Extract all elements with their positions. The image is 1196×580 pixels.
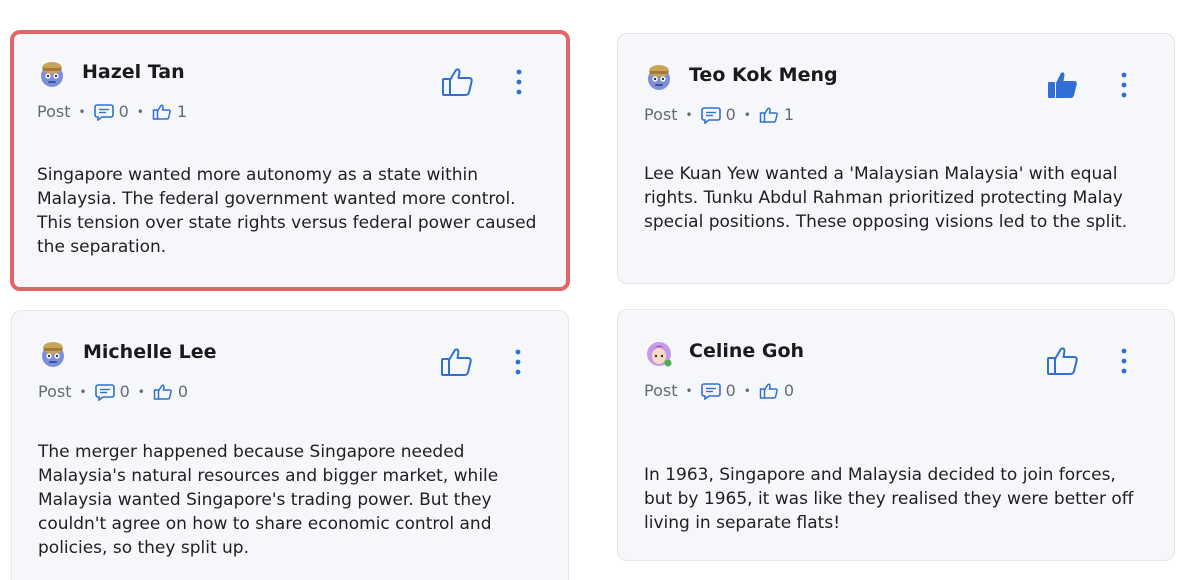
girl-avatar-icon — [644, 338, 674, 368]
separator-dot: • — [743, 107, 751, 122]
thumbs-up-filled-icon — [1046, 69, 1080, 105]
like-count-value: 1 — [176, 102, 188, 121]
thumbs-up-outline-icon — [441, 66, 475, 102]
comment-count-value: 0 — [725, 381, 736, 400]
like-button[interactable] — [441, 67, 475, 101]
separator-dot: • — [685, 383, 693, 398]
comment-count-value: 0 — [118, 102, 129, 121]
like-count-value: 0 — [177, 382, 189, 401]
post-card[interactable]: Celine Goh Post • 0 • 0 In 1963, Singapo… — [617, 309, 1175, 561]
separator-dot: • — [137, 384, 145, 399]
vertical-dots-icon — [515, 349, 521, 379]
vertical-dots-icon — [1121, 72, 1127, 102]
robot-avatar-icon — [38, 339, 68, 369]
post-body: The merger happened because Singapore ne… — [38, 442, 499, 558]
robot-avatar-icon — [644, 62, 674, 92]
separator-dot: • — [78, 104, 86, 119]
post-body: Lee Kuan Yew wanted a 'Malaysian Malaysi… — [644, 164, 1128, 232]
post-card[interactable]: Teo Kok Meng Post • 0 • 1 Lee Kuan Yew w… — [617, 33, 1175, 284]
post-meta: Post • 0 • 0 — [644, 381, 794, 400]
more-options-button[interactable] — [513, 69, 525, 99]
like-count-value: 0 — [783, 381, 795, 400]
post-body: Singapore wanted more autonomy as a stat… — [37, 165, 537, 257]
separator-dot: • — [685, 107, 693, 122]
comment-count-value: 0 — [119, 382, 130, 401]
more-options-button[interactable] — [1118, 348, 1130, 378]
more-options-button[interactable] — [512, 349, 524, 379]
thumbs-up-small-icon — [759, 382, 779, 400]
post-meta: Post • 0 • 0 — [38, 382, 188, 401]
post-meta: Post • 0 • 1 — [37, 102, 187, 121]
posts-grid: Hazel Tan Post • 0 • 1 Singapore wanted … — [0, 0, 1196, 580]
like-count: 0 — [153, 382, 188, 401]
comment-count: 0 — [700, 105, 736, 124]
post-meta: Post • 0 • 1 — [644, 105, 794, 124]
thumbs-up-small-icon — [759, 106, 779, 124]
author-name[interactable]: Teo Kok Meng — [689, 64, 838, 86]
comment-icon — [93, 103, 114, 121]
post-card[interactable]: Hazel Tan Post • 0 • 1 Singapore wanted … — [10, 30, 570, 291]
separator-dot: • — [743, 383, 751, 398]
more-options-button[interactable] — [1118, 72, 1130, 102]
comment-count: 0 — [93, 102, 129, 121]
post-body: In 1963, Singapore and Malaysia decided … — [644, 465, 1134, 533]
comment-icon — [700, 106, 721, 124]
comment-icon — [94, 383, 115, 401]
thumbs-up-small-icon — [152, 103, 172, 121]
like-count-value: 1 — [783, 105, 795, 124]
vertical-dots-icon — [1121, 348, 1127, 378]
separator-dot: • — [136, 104, 144, 119]
like-button[interactable] — [1046, 70, 1080, 104]
robot-avatar-icon — [37, 59, 67, 89]
post-type-label: Post — [37, 102, 71, 121]
vertical-dots-icon — [516, 69, 522, 99]
post-type-label: Post — [644, 381, 678, 400]
author-name[interactable]: Michelle Lee — [83, 341, 217, 363]
like-button[interactable] — [440, 347, 474, 381]
thumbs-up-small-icon — [153, 383, 173, 401]
comment-count-value: 0 — [725, 105, 736, 124]
comment-count: 0 — [94, 382, 130, 401]
thumbs-up-outline-icon — [1046, 345, 1080, 381]
like-count: 0 — [759, 381, 794, 400]
like-button[interactable] — [1046, 346, 1080, 380]
post-card[interactable]: Michelle Lee Post • 0 • 0 The merger hap… — [11, 310, 569, 580]
author-name[interactable]: Hazel Tan — [82, 61, 185, 83]
author-name[interactable]: Celine Goh — [689, 340, 804, 362]
comment-count: 0 — [700, 381, 736, 400]
separator-dot: • — [79, 384, 87, 399]
thumbs-up-outline-icon — [440, 346, 474, 382]
post-type-label: Post — [38, 382, 72, 401]
comment-icon — [700, 382, 721, 400]
post-type-label: Post — [644, 105, 678, 124]
like-count: 1 — [759, 105, 794, 124]
like-count: 1 — [152, 102, 187, 121]
